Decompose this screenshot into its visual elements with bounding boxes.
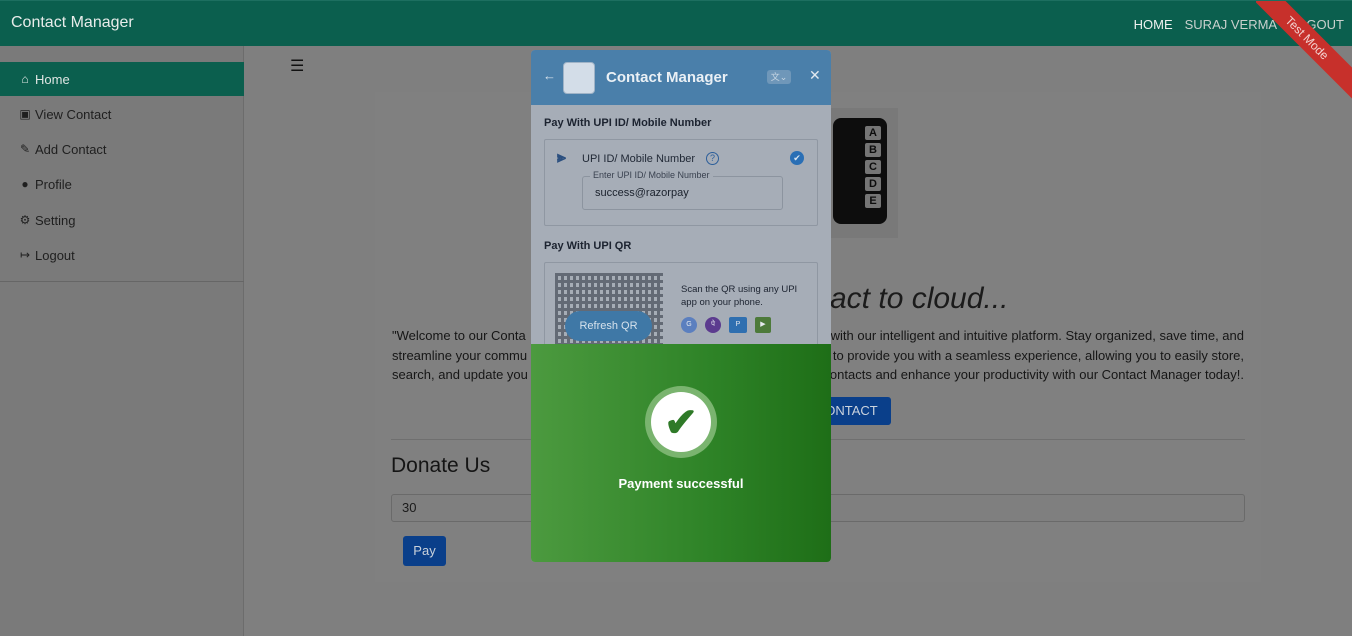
help-icon[interactable]: ?	[706, 152, 719, 165]
close-icon[interactable]: ✕	[809, 67, 821, 84]
welcome-line: ontacts and enhance your productivity wi…	[829, 367, 1244, 382]
bhim-icon: ▶	[755, 317, 771, 333]
welcome-line: with our intelligent and intuitive platf…	[830, 328, 1244, 343]
address-book-icon: A B C D E	[833, 118, 887, 224]
selected-check-icon: ✔	[790, 151, 804, 165]
user-icon: ●	[21, 177, 29, 191]
language-icon[interactable]: 文⌄	[767, 70, 791, 84]
test-mode-label: Test Mode	[1256, 1, 1352, 99]
merchant-logo	[563, 62, 595, 94]
welcome-line: to provide you with a seamless experienc…	[832, 347, 1244, 363]
hero-title: act to cloud...	[830, 282, 1009, 315]
back-arrow-icon[interactable]: ←	[543, 68, 556, 83]
home-icon: ⌂	[21, 72, 29, 86]
phonepe-icon: पे	[705, 317, 721, 333]
payment-success-panel: ✔ Payment successful	[531, 344, 831, 562]
sidebar-item-label: Logout	[35, 247, 75, 263]
sidebar-item-label: Home	[35, 71, 70, 87]
upi-section-title: Pay With UPI ID/ Mobile Number	[544, 117, 712, 129]
upi-app-icons: G पे P ▶	[681, 317, 771, 333]
pencil-icon: ✎	[19, 142, 31, 156]
sidebar-item-label: Setting	[35, 212, 76, 228]
tab-letter: C	[865, 160, 881, 174]
hamburger-icon[interactable]: ☰	[290, 56, 304, 76]
gear-icon: ⚙	[19, 213, 31, 227]
pay-button[interactable]: Pay	[403, 536, 446, 566]
upi-field-value: success@razorpay	[595, 187, 689, 199]
welcome-line: streamline your commu	[392, 347, 528, 363]
upi-option-label: UPI ID/ Mobile Number	[582, 153, 696, 165]
upi-field-label: Enter UPI ID/ Mobile Number	[590, 170, 713, 180]
upi-logo-icon: ⫸	[557, 149, 567, 166]
brand-title[interactable]: Contact Manager	[11, 14, 134, 32]
tab-letter: A	[865, 126, 881, 140]
alphabet-tabs: A B C D E	[865, 126, 881, 208]
paytm-icon: P	[729, 317, 747, 333]
sidebar-item-logout[interactable]: ↦ Logout	[0, 238, 244, 272]
sidebar: ⌂ Home ▣ View Contact ✎ Add Contact ● Pr…	[0, 46, 244, 636]
sign-out-icon: ↦	[19, 248, 31, 262]
sidebar-item-label: View Contact	[35, 106, 112, 122]
test-mode-ribbon: Test Mode	[1256, 1, 1352, 105]
donate-title: Donate Us	[391, 454, 491, 477]
merchant-name: Contact Manager	[606, 69, 728, 86]
qr-section-title: Pay With UPI QR	[544, 240, 632, 252]
qr-instruction: Scan the QR using any UPI app on your ph…	[681, 284, 798, 308]
tab-letter: B	[865, 143, 881, 157]
welcome-line: "Welcome to our Conta	[392, 328, 526, 343]
sidebar-divider	[0, 281, 244, 282]
contact-card-icon: ▣	[19, 107, 31, 121]
welcome-line: search, and update you	[392, 367, 528, 382]
sidebar-item-profile[interactable]: ● Profile	[0, 167, 244, 201]
payment-success-message: Payment successful	[618, 476, 744, 491]
sidebar-item-home[interactable]: ⌂ Home	[0, 62, 244, 96]
success-ring: ✔	[645, 386, 717, 458]
page: Contact Manager HOME SURAJ VERMA LOGOUT …	[0, 0, 1352, 636]
top-navbar: Contact Manager HOME SURAJ VERMA LOGOUT …	[0, 0, 1352, 99]
qr-card: Refresh QR Scan the QR using any UPI app…	[544, 262, 818, 352]
checkmark-icon: ✔	[664, 401, 698, 445]
success-circle: ✔	[651, 392, 711, 452]
tab-letter: D	[865, 177, 881, 191]
tab-letter: E	[865, 194, 881, 208]
sidebar-item-label: Profile	[35, 176, 72, 192]
sidebar-item-setting[interactable]: ⚙ Setting	[0, 203, 244, 237]
google-pay-icon: G	[681, 317, 697, 333]
sidebar-item-add-contact[interactable]: ✎ Add Contact	[0, 132, 244, 166]
nav-link-home[interactable]: HOME	[1134, 17, 1173, 32]
upi-option-card[interactable]: ⫸ UPI ID/ Mobile Number ? ✔ Enter UPI ID…	[544, 139, 818, 226]
sidebar-item-view-contact[interactable]: ▣ View Contact	[0, 97, 244, 131]
refresh-qr-button[interactable]: Refresh QR	[565, 311, 652, 341]
modal-header: ← Contact Manager 文⌄ ✕	[531, 50, 831, 105]
payment-modal: ← Contact Manager 文⌄ ✕ Pay With UPI ID/ …	[531, 50, 831, 562]
upi-id-field[interactable]: Enter UPI ID/ Mobile Number success@razo…	[582, 170, 783, 210]
sidebar-item-label: Add Contact	[35, 141, 107, 157]
